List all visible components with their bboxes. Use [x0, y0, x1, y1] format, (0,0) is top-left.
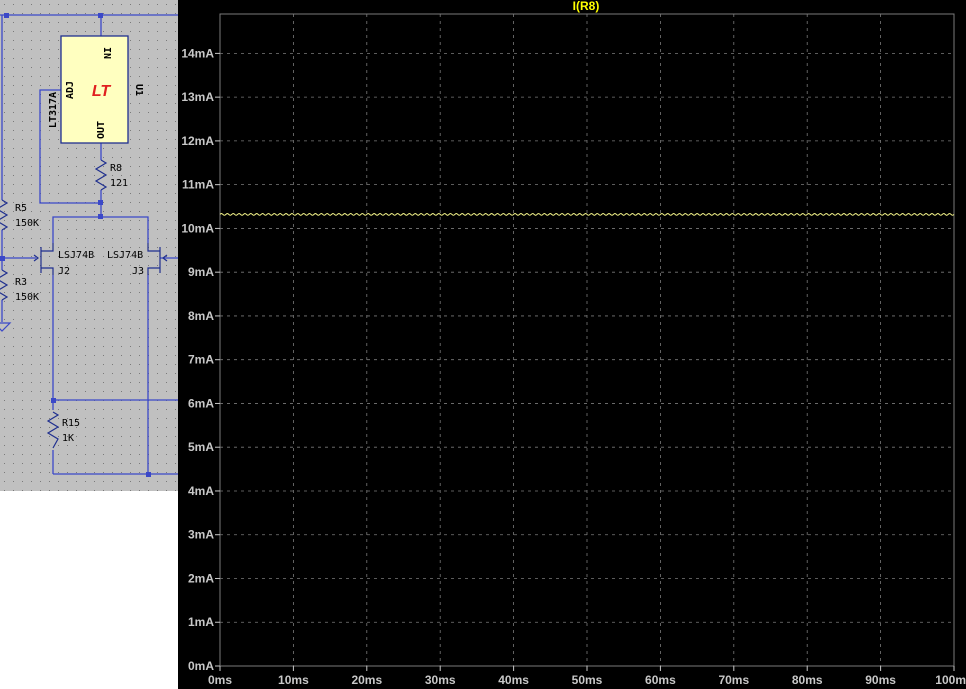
u1-pin-out-label: OUT: [96, 121, 107, 139]
trace-layer: [219, 213, 955, 216]
y-tick-label: 12mA: [181, 134, 214, 148]
x-tick-label: 50ms: [572, 673, 603, 687]
r5-reference-label: R5: [15, 203, 27, 214]
r3-value-label: 150K: [15, 292, 39, 303]
y-tick-label: 13mA: [181, 90, 214, 104]
r15-value-label: 1K: [62, 433, 74, 444]
r8-reference-label: R8: [110, 163, 122, 174]
x-tick-label: 90ms: [865, 673, 896, 687]
waveform-viewer[interactable]: I(R8) 0mA 1mA 2mA 3mA 4mA 5mA 6mA 7mA 8mA 9mA 10mA…: [178, 0, 966, 689]
u1-pin-adj-label: ADJ: [65, 81, 76, 99]
x-axis-ticks: 0ms 10ms 20ms 30ms 40ms 50ms 60ms 70ms 80ms 90ms 1…: [208, 666, 966, 687]
y-tick-label: 5mA: [188, 440, 214, 454]
y-tick-label: 0mA: [188, 659, 214, 673]
y-tick-label: 7mA: [188, 353, 214, 367]
x-tick-label: 10ms: [278, 673, 309, 687]
x-tick-label: 20ms: [351, 673, 382, 687]
j3-part-label: LSJ74B: [107, 250, 143, 261]
y-tick-label: 1mA: [188, 615, 214, 629]
u1-reference-label: U1: [133, 84, 144, 96]
j2-part-label: LSJ74B: [58, 250, 94, 261]
r3-reference-label: R3: [15, 277, 27, 288]
x-tick-label: 100m: [935, 673, 966, 687]
y-tick-label: 8mA: [188, 309, 214, 323]
trace-i-r8-line[interactable]: [219, 213, 955, 216]
x-tick-label: 70ms: [718, 673, 749, 687]
u1-pin-in-label: IN: [101, 47, 112, 59]
trace-title-label[interactable]: I(R8): [573, 0, 600, 13]
j2-reference-label: J2: [58, 266, 70, 277]
x-tick-label: 60ms: [645, 673, 676, 687]
y-tick-label: 2mA: [188, 571, 214, 585]
y-tick-label: 6mA: [188, 396, 214, 410]
j3-reference-label: J3: [132, 266, 144, 277]
y-tick-label: 11mA: [182, 178, 214, 192]
y-axis-ticks: 0mA 1mA 2mA 3mA 4mA 5mA 6mA 7mA 8mA 9mA 10mA 11mA 12…: [181, 46, 220, 673]
y-tick-label: 14mA: [181, 46, 214, 60]
r8-value-label: 121: [110, 178, 128, 189]
u1-regulator-symbol[interactable]: IN ADJ OUT LT: [60, 35, 129, 144]
x-tick-label: 0ms: [208, 673, 232, 687]
y-tick-label: 10mA: [181, 221, 214, 235]
x-tick-label: 80ms: [792, 673, 823, 687]
y-tick-label: 9mA: [188, 265, 214, 279]
grid-lines: [220, 14, 954, 666]
schematic-canvas[interactable]: IN ADJ OUT LT U1 LT317A R8 121 R5 150K R…: [0, 0, 180, 491]
x-tick-label: 30ms: [425, 673, 456, 687]
lt-logo-icon: LT: [92, 83, 112, 100]
y-tick-label: 3mA: [188, 528, 214, 542]
schematic-panel[interactable]: IN ADJ OUT LT U1 LT317A R8 121 R5 150K R…: [0, 0, 180, 491]
r5-value-label: 150K: [15, 218, 39, 229]
x-tick-label: 40ms: [498, 673, 529, 687]
u1-part-label: LT317A: [48, 92, 59, 128]
plot-canvas[interactable]: I(R8) 0mA 1mA 2mA 3mA 4mA 5mA 6mA 7mA 8mA 9mA 10mA…: [178, 0, 966, 689]
y-tick-label: 4mA: [188, 484, 214, 498]
r15-reference-label: R15: [62, 418, 80, 429]
